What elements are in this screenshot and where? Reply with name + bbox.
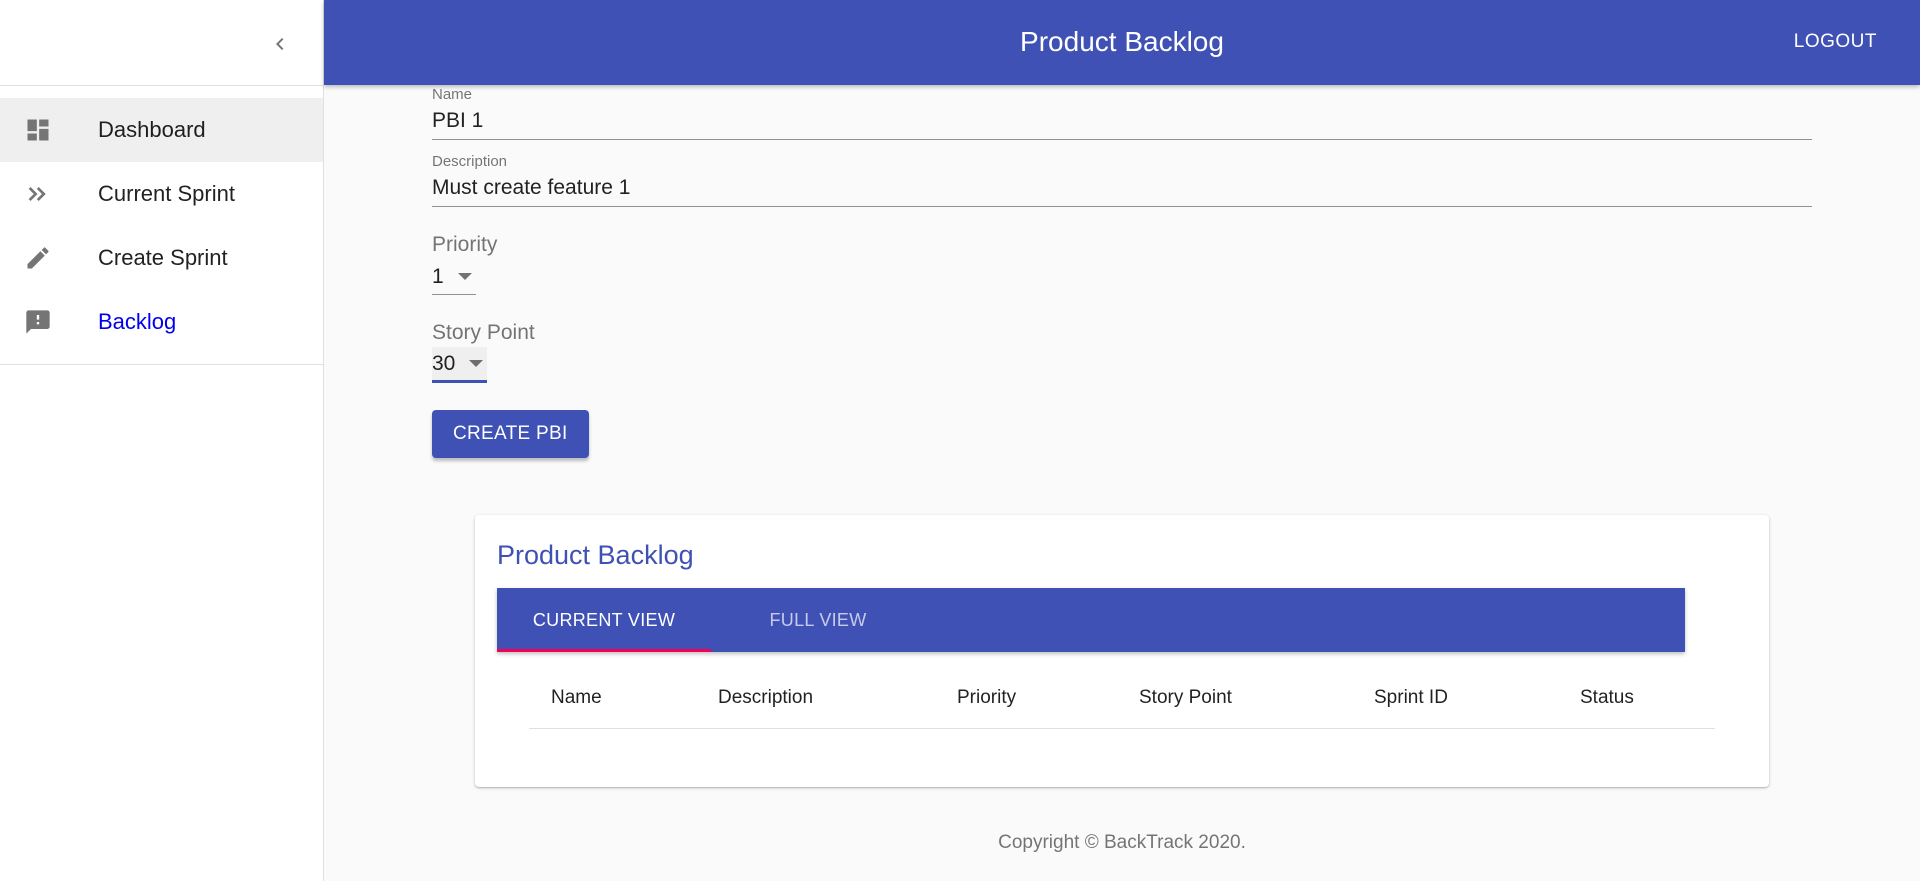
sidebar-item-backlog[interactable]: Backlog [0, 290, 323, 354]
table-header: Name Description Priority Story Point Sp… [529, 679, 1715, 729]
logout-button[interactable]: LOGOUT [1794, 22, 1877, 62]
tab-current-view[interactable]: CURRENT VIEW [497, 588, 711, 652]
story-point-value: 30 [432, 351, 456, 375]
collapse-drawer-button[interactable] [262, 26, 298, 62]
sidebar-item-current-sprint[interactable]: Current Sprint [0, 162, 323, 226]
view-tabs: CURRENT VIEW FULL VIEW [497, 588, 1685, 652]
sidebar-item-label: Dashboard [98, 117, 206, 142]
priority-value: 1 [432, 264, 444, 288]
dropdown-arrow-icon [457, 273, 472, 280]
dashboard-icon [0, 116, 98, 144]
product-backlog-card: Product Backlog CURRENT VIEW FULL VIEW N… [475, 515, 1769, 787]
sidebar-item-label: Backlog [98, 309, 177, 334]
description-input[interactable]: Must create feature 1 [432, 171, 1812, 207]
drawer-header [0, 0, 323, 86]
sidebar-nav: Dashboard Current Sprint Create Sprint B… [0, 86, 323, 365]
tab-full-view[interactable]: FULL VIEW [711, 588, 925, 652]
pencil-icon [0, 244, 98, 272]
copyright-footer: Copyright © BackTrack 2020. [998, 832, 1246, 853]
column-header-sprint-id[interactable]: Sprint ID [1374, 679, 1448, 729]
sidebar-item-label: Create Sprint [98, 245, 228, 270]
page-title: Product Backlog [1020, 26, 1224, 57]
column-header-story-point[interactable]: Story Point [1139, 679, 1232, 729]
priority-label: Priority [432, 233, 498, 256]
name-label: Name [432, 86, 473, 103]
priority-select[interactable]: 1 [432, 259, 476, 295]
column-header-status[interactable]: Status [1580, 679, 1634, 729]
story-point-label: Story Point [432, 321, 535, 344]
name-input[interactable]: PBI 1 [432, 104, 1812, 140]
chevron-left-icon [276, 38, 284, 50]
sidebar-item-create-sprint[interactable]: Create Sprint [0, 226, 323, 290]
column-header-name[interactable]: Name [551, 679, 602, 729]
app-bar: Product Backlog LOGOUT [324, 0, 1920, 85]
sidebar-item-dashboard[interactable]: Dashboard [0, 98, 323, 162]
card-title: Product Backlog [497, 540, 694, 570]
story-point-select[interactable]: 30 [432, 347, 488, 383]
create-pbi-button[interactable]: CREATE PBI [432, 410, 589, 458]
sidebar-item-label: Current Sprint [98, 181, 235, 206]
column-header-description[interactable]: Description [718, 679, 813, 729]
dropdown-arrow-icon [469, 360, 484, 367]
feedback-icon [0, 308, 98, 336]
column-header-priority[interactable]: Priority [957, 679, 1016, 729]
sidebar-drawer: Dashboard Current Sprint Create Sprint B… [0, 0, 324, 881]
double-chevron-icon [0, 180, 98, 208]
create-pbi-form: Name PBI 1 Description Must create featu… [432, 86, 1812, 458]
description-label: Description [432, 153, 508, 170]
